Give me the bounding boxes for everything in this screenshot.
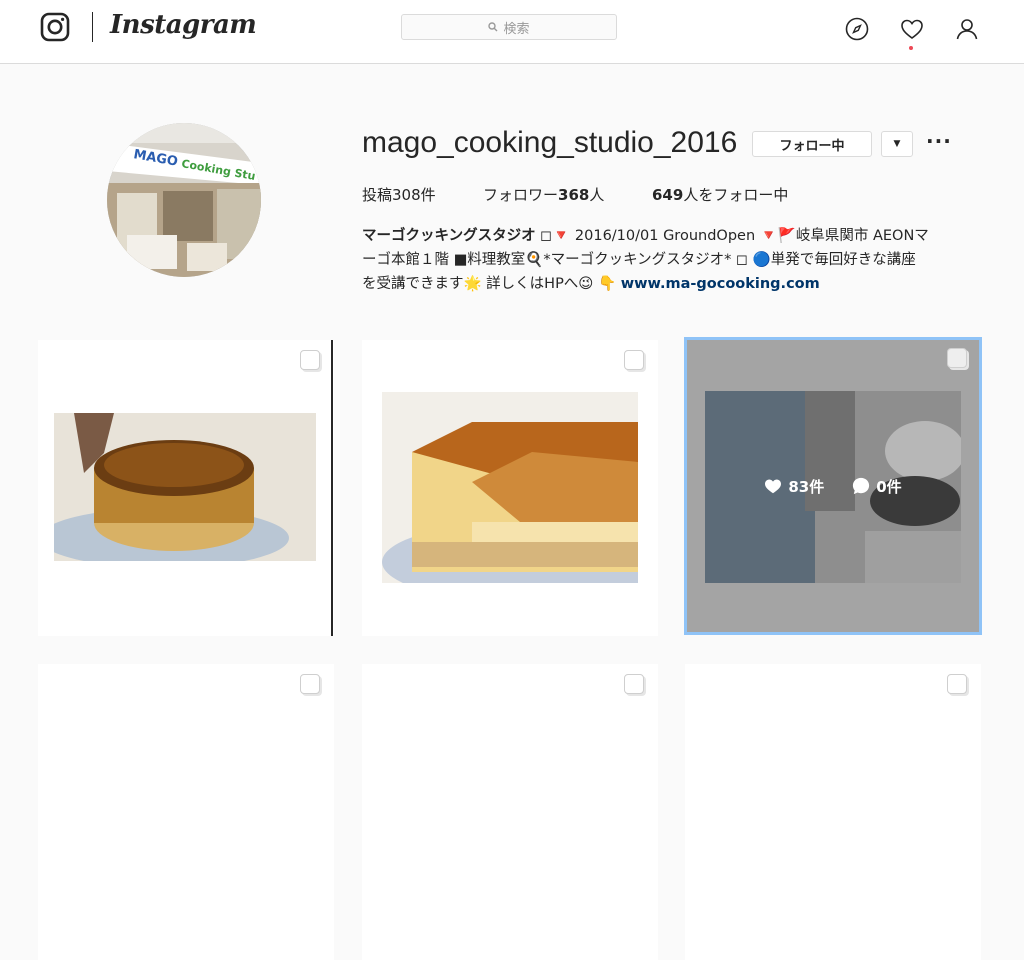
profile-username: mago_cooking_studio_2016 (362, 126, 738, 159)
likes-stat: 83件 (764, 476, 824, 497)
following-button[interactable]: フォロー中 (752, 131, 872, 157)
following-stat[interactable]: 649人をフォロー中 (652, 184, 788, 205)
posts-count: 308 (392, 186, 421, 204)
post-tile[interactable] (38, 340, 334, 636)
bio-line-2: ーゴ本館１階 ■料理教室🍳*マーゴクッキングスタジオ* ◻︎ 🔵単発で毎回好きな… (362, 252, 916, 268)
select-checkbox[interactable] (624, 350, 644, 370)
post-image-cheesecake (382, 392, 638, 583)
profile-bio: マーゴクッキングスタジオ ◻︎🔻 2016/10/01 GroundOpen 🔻… (362, 224, 982, 296)
bio-line1-text: ◻︎🔻 2016/10/01 GroundOpen 🔻🚩岐阜県関市 AEONマ (535, 228, 929, 244)
bio-line-1: マーゴクッキングスタジオ ◻︎🔻 2016/10/01 GroundOpen 🔻… (362, 224, 982, 248)
suggestions-dropdown-button[interactable]: ▼ (881, 131, 913, 157)
chevron-down-icon: ▼ (893, 139, 901, 149)
search-placeholder: 検索 (503, 21, 530, 37)
more-options-button[interactable]: ··· (926, 131, 952, 151)
select-checkbox[interactable] (947, 348, 967, 368)
select-checkbox[interactable] (300, 674, 320, 694)
post-image-flan-cake (54, 413, 316, 561)
instagram-logo-icon[interactable] (40, 12, 70, 42)
post-stats-overlay: 83件 0件 (685, 338, 981, 634)
bio-name: マーゴクッキングスタジオ (362, 228, 536, 244)
post-tile-hovered[interactable]: 83件 0件 (684, 337, 982, 635)
select-checkbox[interactable] (624, 674, 644, 694)
vertical-divider (331, 340, 333, 636)
bio-line-3: を受講できます🌟 詳しくはHPへ😉 👇 www.ma-gocooking.com (362, 272, 982, 296)
bio-line3-text: を受講できます🌟 詳しくはHPへ😉 👇 (362, 276, 621, 292)
following-count: 649 (652, 186, 684, 204)
post-tile[interactable] (362, 664, 658, 960)
posts-unit: 件 (420, 186, 436, 204)
avatar-photo: MAGO Cooking Stu (107, 123, 261, 277)
search-icon (488, 22, 498, 32)
instagram-wordmark[interactable]: Instagram (110, 10, 257, 40)
followers-label: フォロワー (483, 186, 559, 204)
profile-avatar[interactable]: MAGO Cooking Stu (107, 123, 261, 277)
top-navigation-bar: Instagram 検索 (0, 0, 1024, 64)
following-label: 人をフォロー中 (683, 186, 789, 204)
heart-icon[interactable] (900, 17, 924, 41)
compass-icon[interactable] (845, 17, 869, 41)
comment-filled-icon (853, 477, 870, 495)
heart-filled-icon (765, 479, 782, 494)
followers-stat[interactable]: フォロワー368人 (483, 184, 604, 205)
followers-count: 368 (558, 186, 590, 204)
select-checkbox[interactable] (947, 674, 967, 694)
followers-unit: 人 (589, 186, 605, 204)
notification-dot (909, 46, 913, 50)
select-checkbox[interactable] (300, 350, 320, 370)
post-tile[interactable] (685, 664, 981, 960)
comments-stat: 0件 (852, 476, 902, 497)
user-icon[interactable] (955, 17, 979, 41)
logo-divider (92, 12, 93, 42)
comments-count: 0件 (876, 477, 902, 496)
posts-stat: 投稿308件 (362, 184, 436, 205)
likes-count: 83件 (788, 477, 825, 496)
posts-label: 投稿 (362, 186, 393, 204)
post-tile[interactable] (362, 340, 658, 636)
website-link[interactable]: www.ma-gocooking.com (621, 276, 820, 292)
search-input[interactable]: 検索 (401, 14, 617, 40)
post-tile[interactable] (38, 664, 334, 960)
